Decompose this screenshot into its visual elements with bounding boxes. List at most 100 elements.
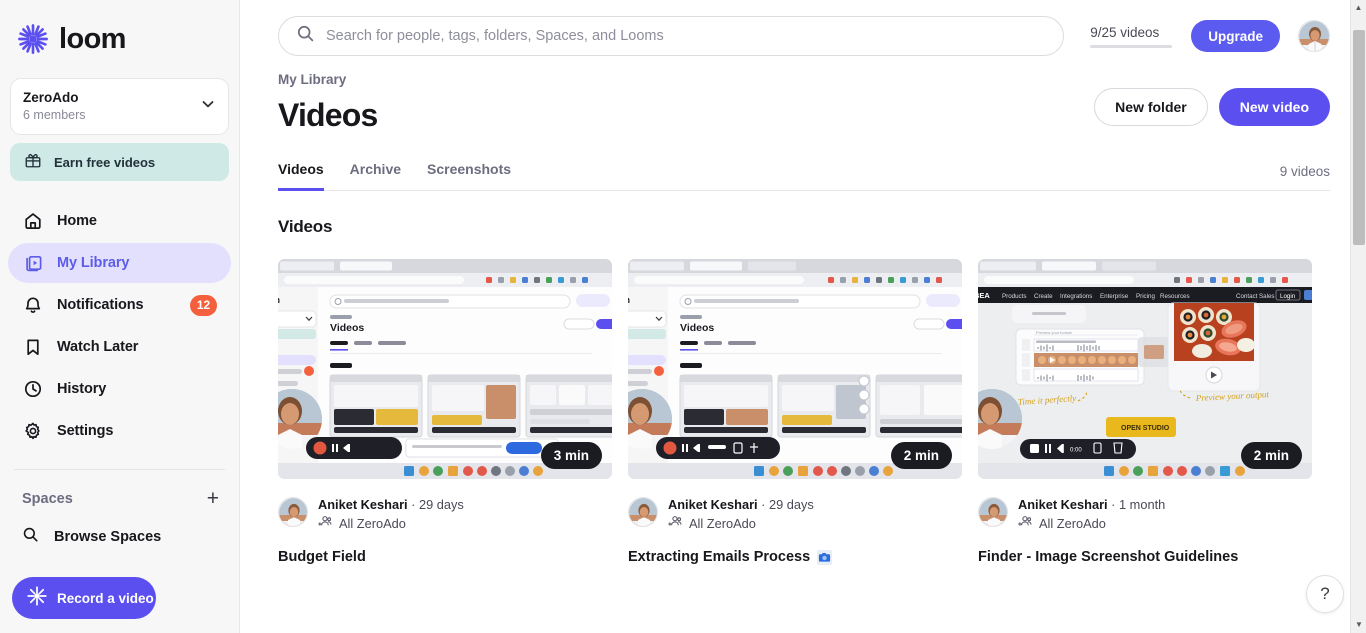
video-card[interactable]: m <box>628 259 962 565</box>
sidebar-item-label: History <box>57 381 107 398</box>
breadcrumb[interactable]: My Library <box>278 72 378 87</box>
browse-spaces-item[interactable]: Browse Spaces <box>0 523 239 551</box>
bookmark-icon <box>22 337 43 358</box>
workspace-members: 6 members <box>23 108 86 123</box>
plus-icon[interactable]: + <box>207 488 219 509</box>
library-icon <box>22 253 43 274</box>
video-author-date: Aniket Keshari · 29 days <box>318 497 464 512</box>
avatar[interactable] <box>1298 20 1330 52</box>
spaces-header: Spaces + <box>0 488 239 509</box>
avatar <box>278 497 308 527</box>
video-space: All ZeroAdo <box>1018 514 1165 532</box>
video-thumbnail[interactable]: BEA Products Create Integrations Enterpr… <box>978 259 1312 479</box>
caret-up-icon[interactable]: ▲ <box>1351 0 1366 16</box>
video-title-text: Budget Field <box>278 549 366 565</box>
svg-text:Login: Login <box>1280 293 1296 300</box>
video-space-label: All ZeroAdo <box>689 515 756 531</box>
spaces-title: Spaces <box>22 490 73 507</box>
sidebar-nav: Home My Library Notifications 12 Watch L… <box>0 201 239 451</box>
video-duration: 2 min <box>1240 442 1302 469</box>
svg-text:Contact Sales: Contact Sales <box>1236 293 1275 300</box>
video-grid: m <box>278 259 1330 565</box>
search-icon <box>22 526 39 548</box>
svg-text:Integrations: Integrations <box>1060 293 1092 300</box>
sidebar-item-notifications[interactable]: Notifications 12 <box>8 285 231 325</box>
home-icon <box>22 211 43 232</box>
loom-starburst-icon <box>26 585 48 612</box>
upgrade-button[interactable]: Upgrade <box>1191 20 1280 52</box>
tab-videos[interactable]: Videos <box>278 161 324 191</box>
video-author-date: Aniket Keshari · 29 days <box>668 497 814 512</box>
workspace-switcher[interactable]: ZeroAdo 6 members <box>10 78 229 136</box>
bell-icon <box>22 295 43 316</box>
video-space: All ZeroAdo <box>668 514 814 532</box>
section-title: Videos <box>278 217 333 236</box>
svg-text:m: m <box>278 295 280 305</box>
chevron-down-icon <box>200 96 216 117</box>
video-card[interactable]: BEA Products Create Integrations Enterpr… <box>978 259 1312 565</box>
video-author: Aniket Keshari <box>318 497 408 512</box>
scrollbar-thumb[interactable] <box>1353 30 1365 245</box>
svg-text:Videos: Videos <box>330 322 364 334</box>
new-folder-button[interactable]: New folder <box>1094 88 1208 126</box>
search-bar[interactable] <box>278 16 1065 56</box>
help-button[interactable]: ? <box>1306 575 1344 613</box>
earn-free-videos-label: Earn free videos <box>54 154 156 170</box>
earn-free-videos-banner[interactable]: Earn free videos <box>10 143 229 182</box>
video-quota-text: 9/25 videos <box>1090 24 1160 40</box>
video-space-label: All ZeroAdo <box>1039 515 1106 531</box>
avatar <box>978 497 1008 527</box>
main-content: 9/25 videos Upgrade <box>240 0 1366 633</box>
svg-text:Products: Products <box>1002 293 1026 300</box>
svg-text:Create: Create <box>1034 293 1053 300</box>
tab-screenshots[interactable]: Screenshots <box>427 161 511 191</box>
video-age: 1 month <box>1119 497 1166 512</box>
video-thumbnail[interactable]: m <box>628 259 962 479</box>
svg-text:OPEN STUDIO: OPEN STUDIO <box>1121 425 1170 432</box>
people-group-icon <box>1018 514 1033 532</box>
video-meta: Aniket Keshari · 1 month All ZeroAdo <box>978 497 1312 532</box>
search-icon <box>296 24 315 48</box>
video-meta: Aniket Keshari · 29 days All ZeroAdo <box>628 497 962 532</box>
sidebar: loom ZeroAdo 6 members Earn free videos … <box>0 0 240 633</box>
people-group-icon <box>318 514 333 532</box>
svg-text:m: m <box>628 295 630 305</box>
video-card[interactable]: m <box>278 259 612 565</box>
video-title[interactable]: Finder - Image Screenshot Guidelines <box>978 549 1312 565</box>
sidebar-item-label: Notifications <box>57 297 144 314</box>
video-duration: 2 min <box>890 442 952 469</box>
question-mark-icon: ? <box>1320 584 1330 603</box>
svg-text:Preview your format: Preview your format <box>1036 330 1072 335</box>
scrollbar[interactable]: ▲ ▼ <box>1350 0 1366 633</box>
new-video-button[interactable]: New video <box>1218 88 1330 126</box>
loom-starburst-icon <box>16 22 50 56</box>
svg-text:Resources: Resources <box>1160 293 1190 300</box>
video-title[interactable]: Budget Field <box>278 549 612 565</box>
svg-text:BEA: BEA <box>978 291 990 300</box>
video-thumbnail[interactable]: m <box>278 259 612 479</box>
svg-text:Videos: Videos <box>680 322 714 334</box>
video-count: 9 videos <box>1279 164 1330 179</box>
video-quota[interactable]: 9/25 videos <box>1090 24 1173 48</box>
tab-archive[interactable]: Archive <box>350 161 401 191</box>
sidebar-item-label: Settings <box>57 423 114 440</box>
sidebar-item-label: My Library <box>57 255 130 272</box>
page-title: Videos <box>278 97 378 133</box>
video-title[interactable]: Extracting Emails Process <box>628 549 962 565</box>
record-a-video-button[interactable]: Record a video <box>12 577 156 619</box>
loom-wordmark: loom <box>59 22 126 55</box>
sidebar-item-my-library[interactable]: My Library <box>8 243 231 284</box>
notifications-badge: 12 <box>190 294 217 316</box>
sidebar-item-home[interactable]: Home <box>8 201 231 241</box>
video-title-text: Finder - Image Screenshot Guidelines <box>978 549 1239 565</box>
sidebar-item-watch-later[interactable]: Watch Later <box>8 327 231 367</box>
sidebar-item-settings[interactable]: Settings <box>8 411 231 451</box>
record-a-video-label: Record a video <box>57 590 154 606</box>
video-duration: 3 min <box>540 442 602 469</box>
search-input[interactable] <box>326 28 1047 44</box>
loom-logo[interactable]: loom <box>0 0 239 56</box>
browse-spaces-label: Browse Spaces <box>54 529 162 546</box>
video-age: 29 days <box>769 497 814 512</box>
sidebar-item-history[interactable]: History <box>8 369 231 409</box>
caret-down-icon[interactable]: ▼ <box>1351 617 1366 633</box>
